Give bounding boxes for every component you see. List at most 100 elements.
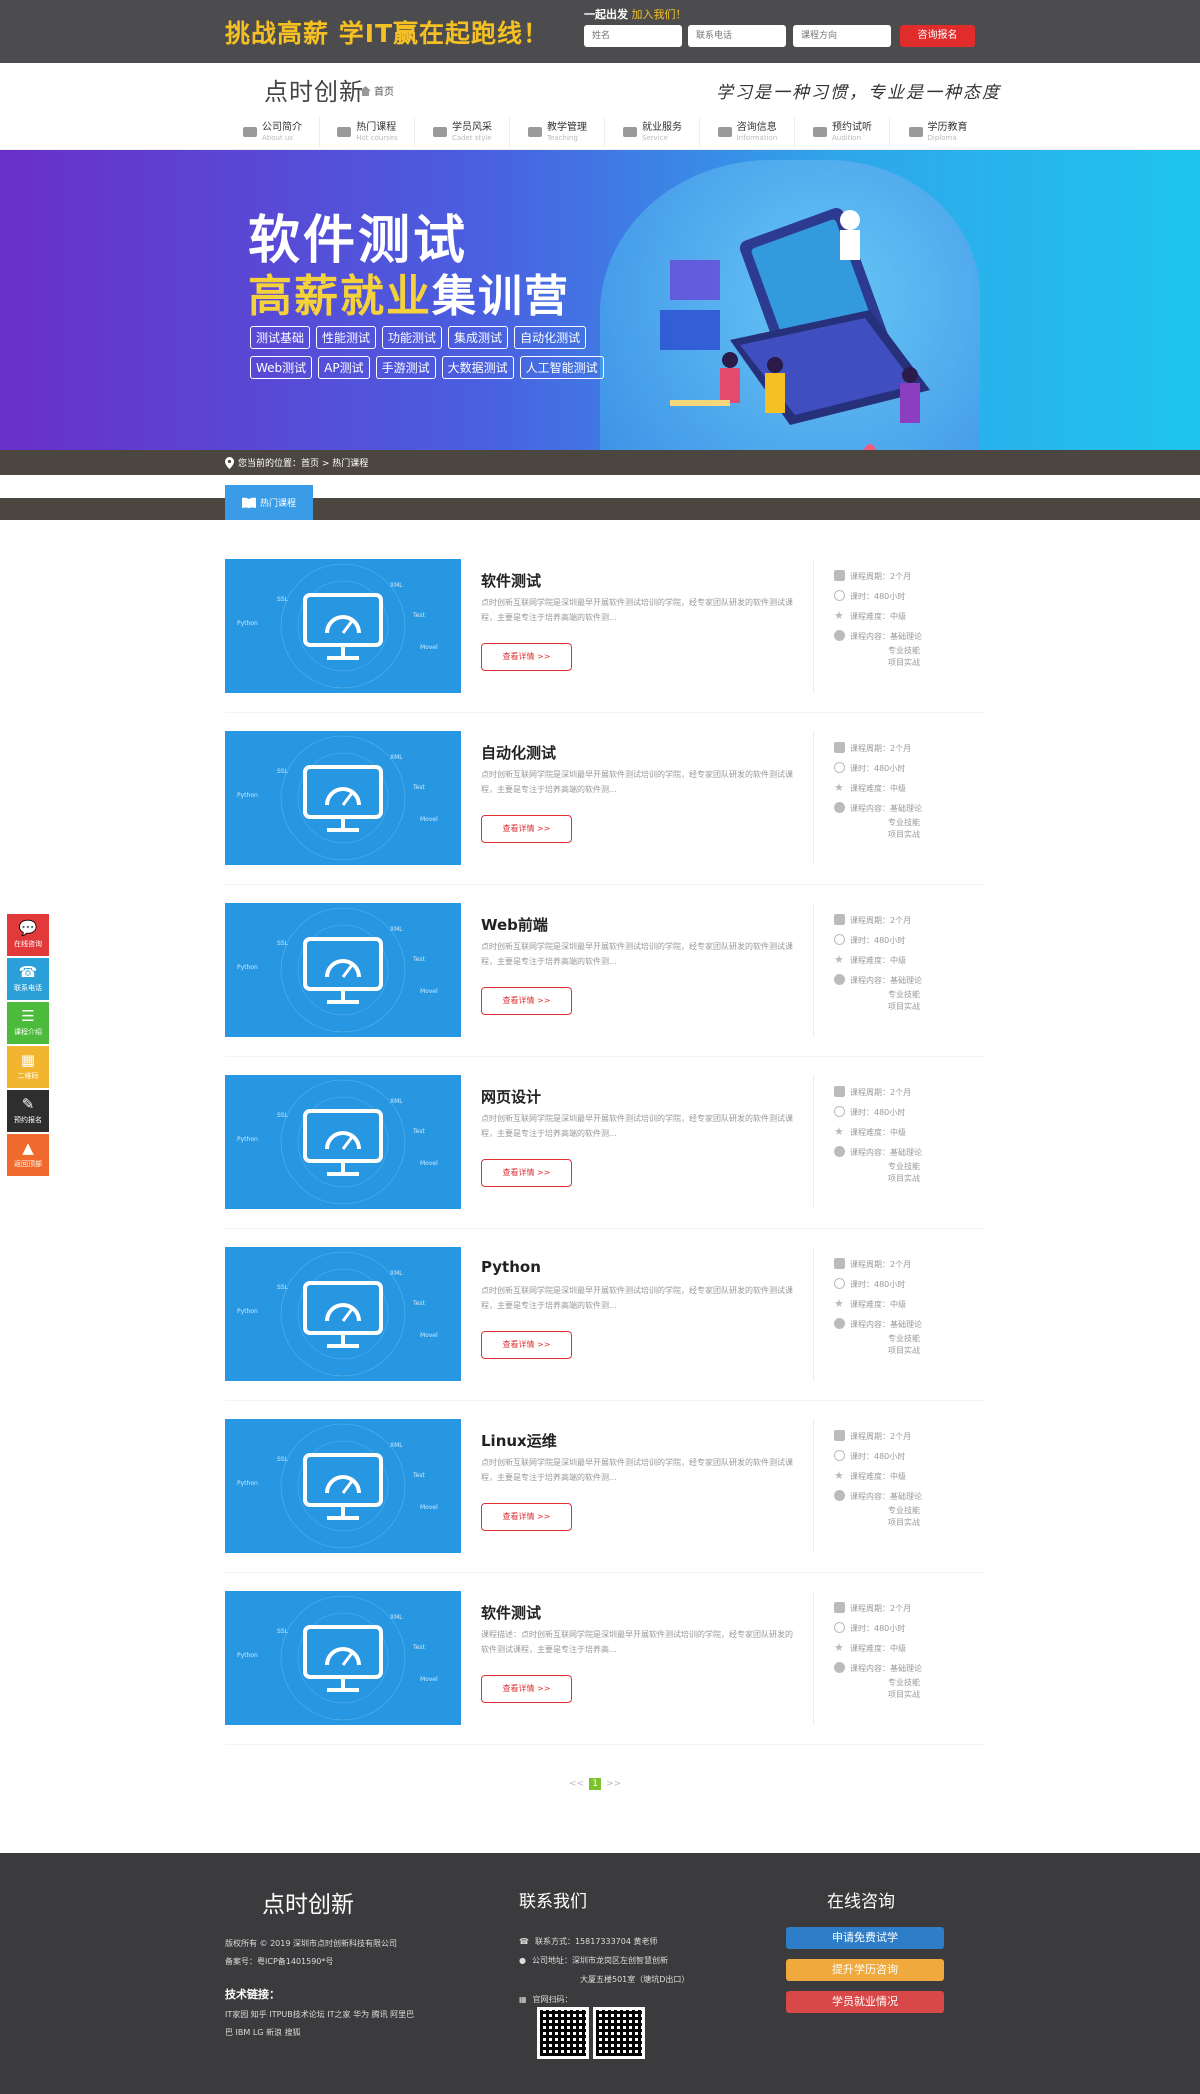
meta-content-text: 课程内容：基础理论 [850, 804, 922, 813]
course-thumbnail[interactable]: SSL XML Test Python Movel [225, 903, 461, 1037]
calendar-icon [834, 1430, 845, 1441]
course-title[interactable]: Python [481, 1258, 541, 1276]
star-icon: ★ [834, 953, 844, 966]
user-icon [834, 1490, 845, 1501]
diploma-consult-button[interactable]: 提升学历咨询 [786, 1959, 944, 1981]
course-divider [225, 1228, 985, 1229]
course-title[interactable]: 软件测试 [481, 570, 541, 591]
breadcrumb: 您当前的位置：首页 > 热门课程 [225, 456, 368, 469]
side-button-0[interactable]: 💬 在线咨询 [7, 914, 49, 956]
nav-item-5[interactable]: 咨询信息 Information [700, 117, 795, 147]
course-list: SSL XML Test Python Movel 软件测试 点时创新互联网学院是深圳最早开… [225, 559, 985, 1763]
view-details-button[interactable]: 查看详情 >> [481, 987, 572, 1015]
view-details-button[interactable]: 查看详情 >> [481, 1331, 572, 1359]
logo-moon-icon [230, 78, 256, 102]
nav-item-label: 学员风采 [452, 121, 492, 133]
side-button-4[interactable]: ✎ 预约报名 [7, 1090, 49, 1132]
meta-difficulty-text: 课程难度：中级 [850, 1472, 906, 1481]
prev-page-button[interactable]: << [569, 1779, 584, 1789]
meta-hours-text: 课时：480小时 [850, 592, 906, 601]
course-title[interactable]: Linux运维 [481, 1430, 557, 1451]
footer-logo-moon-icon [230, 1891, 255, 1914]
nav-item-3[interactable]: 教学管理 Teaching [510, 117, 605, 147]
course-thumbnail[interactable]: SSL XML Test Python Movel [225, 1247, 461, 1381]
meta-content: 课程内容：基础理论 [834, 1146, 922, 1161]
current-page[interactable]: 1 [589, 1778, 602, 1790]
home-link[interactable]: 首页 [360, 83, 394, 98]
course-title[interactable]: Web前端 [481, 914, 548, 935]
nav-item-2[interactable]: 学员风采 Cadet style [415, 117, 510, 147]
course-title[interactable]: 软件测试 [481, 1602, 541, 1623]
meta-period-text: 课程周期：2个月 [850, 1432, 912, 1441]
meta-content-item: 专业技能 [888, 1506, 920, 1515]
course-divider [225, 1744, 985, 1745]
meta-hours: 课时：480小时 [834, 1278, 922, 1299]
side-button-3[interactable]: ▦ 二维码 [7, 1046, 49, 1088]
tab-strip [0, 498, 1200, 520]
course-divider [225, 1400, 985, 1401]
side-button-1[interactable]: ☎ 联系电话 [7, 958, 49, 1000]
calendar-icon [834, 914, 845, 925]
course-thumbnail[interactable]: SSL XML Test Python Movel [225, 1075, 461, 1209]
nav-item-7[interactable]: 学历教育 Diploma [890, 117, 985, 147]
book-icon [337, 127, 352, 137]
free-trial-button[interactable]: 申请免费试学 [786, 1927, 944, 1949]
thumb-label: SSL [277, 1284, 289, 1291]
calendar-icon [834, 1258, 845, 1269]
side-button-2[interactable]: ☰ 课程介绍 [7, 1002, 49, 1044]
view-details-button[interactable]: 查看详情 >> [481, 643, 572, 671]
name-input[interactable] [584, 25, 682, 47]
course-title[interactable]: 网页设计 [481, 1086, 541, 1107]
course-thumbnail[interactable]: SSL XML Test Python Movel [225, 1419, 461, 1553]
course-description: 课程描述：点时创新互联网学院是深圳最早开展软件测试培训的学院，经专家团队研发的软… [481, 1630, 793, 1654]
nav-item-4[interactable]: 就业服务 Service [605, 117, 700, 147]
site-logo[interactable]: 点时创新 [228, 72, 364, 106]
view-details-button[interactable]: 查看详情 >> [481, 1503, 572, 1531]
course-thumbnail[interactable]: SSL XML Test Python Movel [225, 731, 461, 865]
meta-period: 课程周期：2个月 [834, 1430, 922, 1451]
thumb-label: Movel [420, 644, 438, 651]
course-direction-input[interactable] [793, 25, 891, 47]
nav-item-1[interactable]: 热门课程 Hot courses [320, 117, 415, 147]
meta-difficulty-text: 课程难度：中级 [850, 784, 906, 793]
nav-item-6[interactable]: 预约试听 Audition [795, 117, 890, 147]
meta-period: 课程周期：2个月 [834, 742, 922, 763]
consult-signup-button[interactable]: 咨询报名 [900, 25, 975, 47]
tab-hot-courses[interactable]: 热门课程 [225, 485, 313, 520]
monitor-speed-icon: SSL XML Test Python Movel [237, 907, 438, 1033]
meta-period: 课程周期：2个月 [834, 570, 922, 591]
side-button-5[interactable]: ▲ 返回顶部 [7, 1134, 49, 1176]
monitor-speed-icon: SSL XML Test Python Movel [237, 1423, 438, 1549]
star-icon: ★ [834, 1469, 844, 1482]
meta-content-text: 课程内容：基础理论 [850, 1148, 922, 1157]
thumb-label: Python [237, 1480, 258, 1487]
employment-info-button[interactable]: 学员就业情况 [786, 1991, 944, 2013]
view-details-button[interactable]: 查看详情 >> [481, 815, 572, 843]
view-details-button[interactable]: 查看详情 >> [481, 1675, 572, 1703]
meta-period: 课程周期：2个月 [834, 1258, 922, 1279]
thumb-label: XML [390, 1442, 403, 1449]
join-us-link[interactable]: 加入我们！ [632, 8, 687, 21]
side-button-label: 预约报名 [14, 1116, 42, 1124]
banner-subtitle: 高薪就业集训营 [248, 260, 570, 324]
banner-illustration [660, 207, 930, 450]
view-details-button[interactable]: 查看详情 >> [481, 1159, 572, 1187]
nav-item-label: 就业服务 [642, 121, 682, 133]
next-page-button[interactable]: >> [606, 1779, 621, 1789]
nav-item-label: 公司简介 [262, 121, 302, 133]
thumb-label: XML [390, 582, 403, 589]
list-icon: ☰ [21, 1007, 35, 1025]
course-title[interactable]: 自动化测试 [481, 742, 556, 763]
phone-input[interactable] [688, 25, 786, 47]
nav-item-label: 学历教育 [927, 121, 968, 133]
nav-item-0[interactable]: 公司简介 About us [225, 117, 320, 147]
user-icon [834, 630, 845, 641]
banner-tag: 手游测试 [375, 356, 436, 379]
course-item: SSL XML Test Python Movel 软件测试 点时创新互联网学院是深圳最早开… [225, 559, 985, 731]
course-thumbnail[interactable]: SSL XML Test Python Movel [225, 559, 461, 693]
clock-icon [834, 1278, 845, 1289]
main-nav: 公司简介 About us 热门课程 Hot courses 学员风采 Cadet sty… [225, 117, 985, 147]
course-thumbnail[interactable]: SSL XML Test Python Movel [225, 1591, 461, 1725]
logo-text: 点时创新 [264, 77, 364, 106]
tech-links[interactable]: IT家园 知乎 ITPUB技术论坛 IT之家 华为 腾讯 阿里巴巴 IBM LG… [225, 2006, 415, 2042]
